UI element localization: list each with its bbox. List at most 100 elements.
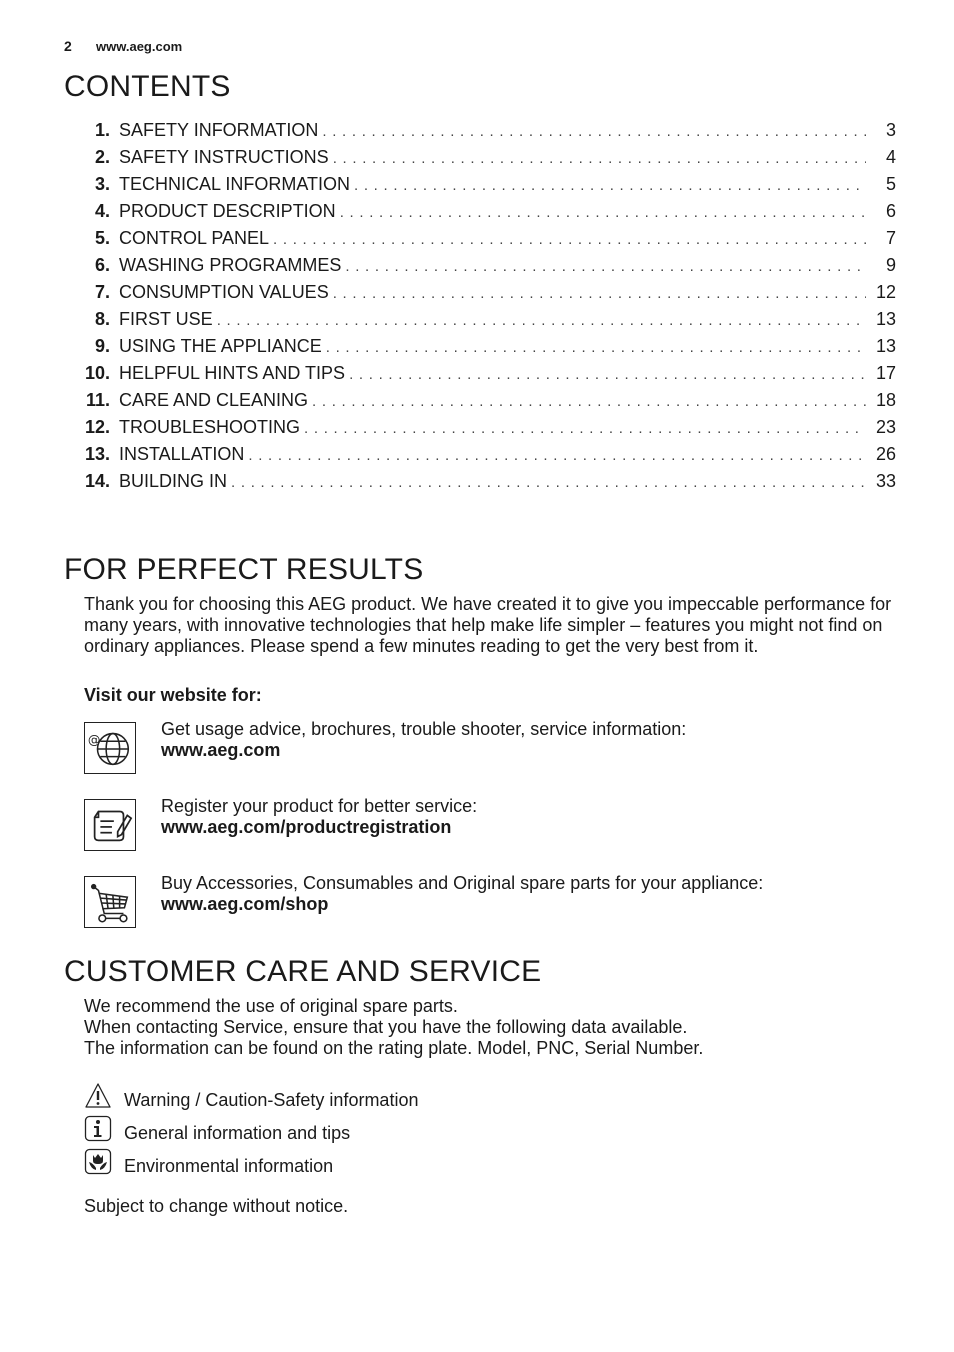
toc-entry[interactable]: 9. USING THE APPLIANCE 13	[64, 336, 896, 363]
toc-dot-leader	[333, 285, 866, 302]
toc-entry[interactable]: 12. TROUBLESHOOTING 23	[64, 417, 896, 444]
toc-title[interactable]: SAFETY INSTRUCTIONS	[119, 147, 333, 168]
customer-care-heading: CUSTOMER CARE AND SERVICE	[64, 955, 542, 988]
care-line: The information can be found on the rati…	[84, 1038, 704, 1058]
toc-page-number: 13	[875, 309, 896, 329]
toc-dot-leader	[354, 177, 866, 194]
page-header: 2 www.aeg.com	[64, 38, 182, 54]
toc-dot-leader	[326, 339, 866, 356]
toc-number: 2.	[94, 147, 110, 167]
care-line: We recommend the use of original spare p…	[84, 996, 458, 1016]
toc-entry[interactable]: 2. SAFETY INSTRUCTIONS 4	[64, 147, 896, 174]
toc-entry[interactable]: 8. FIRST USE 13	[64, 309, 896, 336]
toc-page-number: 26	[875, 444, 896, 464]
toc-page-number: 4	[885, 147, 896, 167]
website-link-aeg[interactable]: www.aeg.com	[161, 740, 686, 761]
toc-dot-leader	[248, 447, 866, 464]
toc-dot-leader	[349, 366, 866, 383]
toc-entry[interactable]: 5. CONTROL PANEL 7	[64, 228, 896, 255]
website-link-registration[interactable]: www.aeg.com/productregistration	[161, 817, 477, 838]
toc-number: 14.	[84, 471, 110, 491]
website-item-shop: Buy Accessories, Consumables and Origina…	[84, 873, 904, 932]
customer-care-text: We recommend the use of original spare p…	[84, 996, 899, 1059]
toc-entry[interactable]: 14. BUILDING IN 33	[64, 471, 896, 498]
toc-entry[interactable]: 6. WASHING PROGRAMMES 9	[64, 255, 896, 282]
toc-page-number: 6	[885, 201, 896, 221]
environment-flower-icon	[84, 1148, 112, 1175]
toc-dot-leader	[322, 123, 866, 140]
toc-dot-leader	[273, 231, 866, 248]
legend-text: Environmental information	[124, 1156, 334, 1176]
toc-title[interactable]: WASHING PROGRAMMES	[119, 255, 345, 276]
toc-title[interactable]: TECHNICAL INFORMATION	[119, 174, 354, 195]
change-notice: Subject to change without notice.	[84, 1196, 349, 1216]
header-website: www.aeg.com	[96, 39, 183, 54]
website-item-text: Get usage advice, brochures, trouble sho…	[161, 719, 687, 739]
toc-title[interactable]: INSTALLATION	[119, 444, 248, 465]
toc-entry[interactable]: 4. PRODUCT DESCRIPTION 6	[64, 201, 896, 228]
toc-number: 9.	[94, 336, 110, 356]
toc-number: 7.	[94, 282, 110, 302]
toc-number: 3.	[94, 174, 110, 194]
toc-entry[interactable]: 1. SAFETY INFORMATION 3	[64, 120, 896, 147]
toc-title[interactable]: CONSUMPTION VALUES	[119, 282, 333, 303]
visit-website-label: Visit our website for:	[84, 685, 262, 705]
toc-number: 10.	[84, 363, 110, 383]
toc-page-number: 3	[885, 120, 896, 140]
toc-entry[interactable]: 11. CARE AND CLEANING 18	[64, 390, 896, 417]
toc-dot-leader	[312, 393, 866, 410]
toc-page-number: 18	[875, 390, 896, 410]
website-item-text: Buy Accessories, Consumables and Origina…	[161, 873, 764, 893]
website-item-registration: Register your product for better service…	[84, 796, 904, 855]
toc-dot-leader	[217, 312, 866, 329]
toc-entry[interactable]: 3. TECHNICAL INFORMATION 5	[64, 174, 896, 201]
warning-triangle-icon	[85, 1083, 111, 1108]
toc-title[interactable]: USING THE APPLIANCE	[119, 336, 326, 357]
toc-page-number: 5	[885, 174, 896, 194]
toc-number: 8.	[94, 309, 110, 329]
care-line: When contacting Service, ensure that you…	[84, 1017, 688, 1037]
toc-number: 1.	[94, 120, 110, 140]
toc-title[interactable]: SAFETY INFORMATION	[119, 120, 322, 141]
document-pen-icon	[84, 799, 136, 851]
contents-heading: CONTENTS	[64, 70, 231, 103]
toc-page-number: 17	[875, 363, 896, 383]
page-number: 2	[64, 38, 72, 54]
toc-entry[interactable]: 7. CONSUMPTION VALUES 12	[64, 282, 896, 309]
toc-number: 4.	[94, 201, 110, 221]
toc-number: 13.	[84, 444, 110, 464]
toc-number: 11.	[85, 390, 110, 410]
toc-entry[interactable]: 10. HELPFUL HINTS AND TIPS 17	[64, 363, 896, 390]
perfect-results-heading: FOR PERFECT RESULTS	[64, 553, 424, 586]
toc-title[interactable]: CARE AND CLEANING	[119, 390, 312, 411]
shopping-cart-icon	[84, 876, 136, 928]
toc-title[interactable]: TROUBLESHOOTING	[119, 417, 304, 438]
website-item-advice: @ Get usage advice, brochures, trouble s…	[84, 719, 904, 778]
toc-page-number: 7	[885, 228, 896, 248]
globe-at-icon: @	[84, 722, 136, 774]
toc-number: 12.	[84, 417, 110, 437]
website-item-text: Register your product for better service…	[161, 796, 478, 816]
toc-title[interactable]: PRODUCT DESCRIPTION	[119, 201, 340, 222]
toc-dot-leader	[345, 258, 866, 275]
toc-dot-leader	[231, 474, 866, 491]
toc-page-number: 9	[885, 255, 896, 275]
toc-dot-leader	[304, 420, 866, 437]
table-of-contents: 1. SAFETY INFORMATION 3 2. SAFETY INSTRUCTIO…	[64, 120, 896, 498]
toc-title[interactable]: HELPFUL HINTS AND TIPS	[119, 363, 349, 384]
toc-page-number: 12	[875, 282, 896, 302]
info-icon	[84, 1115, 112, 1142]
toc-title[interactable]: FIRST USE	[119, 309, 217, 330]
svg-text:@: @	[88, 732, 101, 747]
intro-paragraph: Thank you for choosing this AEG product.…	[84, 594, 892, 656]
toc-dot-leader	[333, 150, 866, 167]
legend-text: General information and tips	[124, 1123, 351, 1143]
toc-page-number: 23	[875, 417, 896, 437]
toc-entry[interactable]: 13. INSTALLATION 26	[64, 444, 896, 471]
website-link-shop[interactable]: www.aeg.com/shop	[161, 894, 763, 915]
toc-title[interactable]: BUILDING IN	[119, 471, 231, 492]
toc-page-number: 13	[875, 336, 896, 356]
toc-title[interactable]: CONTROL PANEL	[119, 228, 273, 249]
toc-number: 5.	[94, 228, 110, 248]
toc-dot-leader	[340, 204, 866, 221]
